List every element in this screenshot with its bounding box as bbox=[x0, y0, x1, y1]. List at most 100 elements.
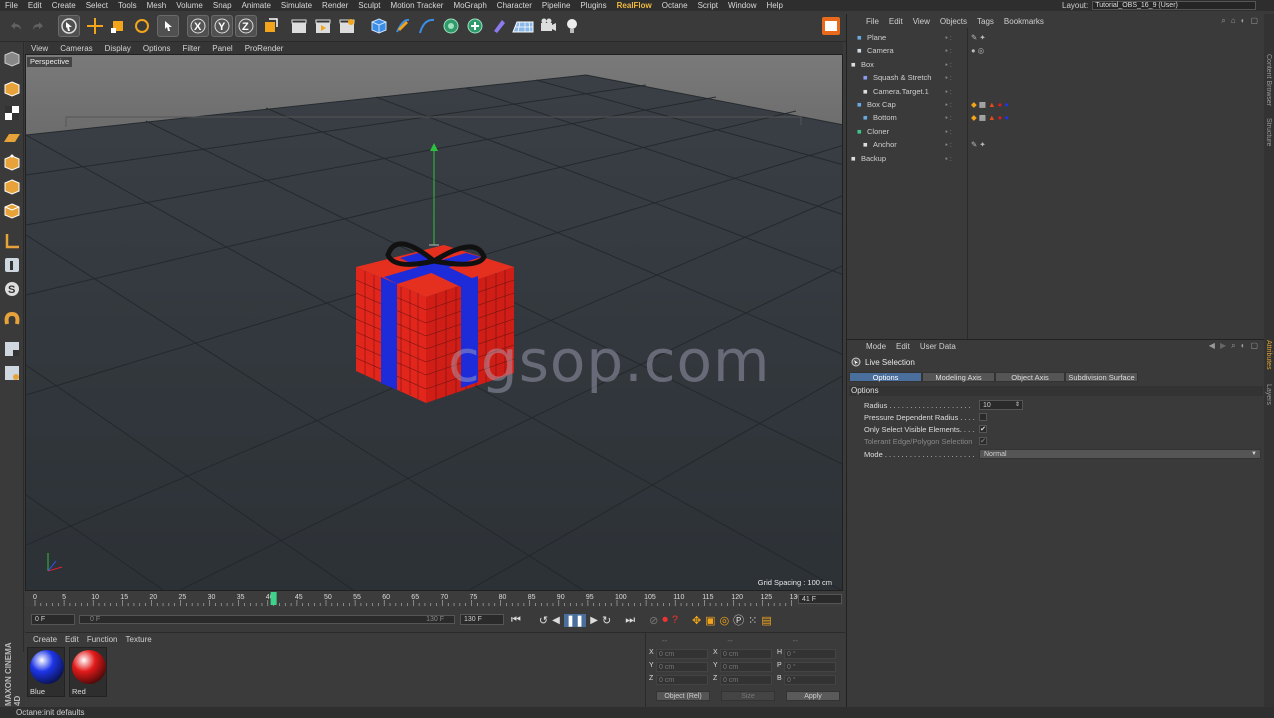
coord-size-dropdown[interactable]: Size bbox=[721, 691, 775, 701]
key-rotation-icon[interactable]: ◎ bbox=[720, 614, 730, 627]
visibility-toggle-icon[interactable]: ▪ : bbox=[945, 125, 952, 138]
pen-spline-button[interactable] bbox=[392, 15, 414, 37]
object-tags-icon[interactable]: ✎ ✦ bbox=[971, 31, 986, 44]
render-settings-button[interactable] bbox=[336, 15, 358, 37]
coord-value-field[interactable]: 0 cm bbox=[720, 675, 772, 685]
tab-modeling-axis[interactable]: Modeling Axis bbox=[922, 372, 995, 382]
menu-motion-tracker[interactable]: Motion Tracker bbox=[386, 1, 449, 10]
object-row[interactable]: ■ Plane ▪ : ✎ ✦ bbox=[847, 31, 1265, 44]
spinner-icon[interactable]: ⇕ bbox=[1015, 401, 1020, 410]
viewport[interactable]: Perspective cgsop.com Grid Spacing : 100… bbox=[25, 54, 843, 591]
menu-sculpt[interactable]: Sculpt bbox=[353, 1, 385, 10]
tolerant-selection-checkbox[interactable]: ✔ bbox=[979, 437, 987, 445]
layout-dropdown[interactable]: Tutorial_OBS_16_9 (User) bbox=[1092, 1, 1257, 10]
viewport-menu-cameras[interactable]: Cameras bbox=[54, 44, 98, 53]
material-blue[interactable]: Blue bbox=[27, 647, 65, 697]
key-parameter-icon[interactable]: Ⓟ bbox=[733, 612, 744, 628]
radius-field[interactable]: 10 ⇕ bbox=[979, 400, 1023, 410]
camera-button[interactable] bbox=[537, 15, 559, 37]
coord-value-field[interactable]: 0 cm bbox=[656, 662, 708, 672]
array-button[interactable] bbox=[440, 15, 462, 37]
visibility-toggle-icon[interactable]: ▪ : bbox=[945, 152, 952, 165]
material-red[interactable]: Red bbox=[69, 647, 107, 697]
filter-icon[interactable]: ◐ bbox=[1241, 16, 1246, 26]
points-mode-button[interactable] bbox=[1, 152, 23, 174]
object-name[interactable]: Plane bbox=[867, 31, 886, 44]
tab-layers[interactable]: Layers bbox=[1265, 384, 1272, 405]
object-name[interactable]: Camera bbox=[867, 44, 894, 57]
tab-attributes[interactable]: Attributes bbox=[1265, 340, 1272, 370]
om-menu-bookmarks[interactable]: Bookmarks bbox=[999, 17, 1049, 26]
attr-menu-edit[interactable]: Edit bbox=[891, 342, 915, 351]
object-row[interactable]: ■ Box ▪ : bbox=[847, 58, 1265, 71]
object-name[interactable]: Box Cap bbox=[867, 98, 896, 111]
object-name[interactable]: Camera.Target.1 bbox=[873, 85, 929, 98]
menu-realflow[interactable]: RealFlow bbox=[612, 1, 657, 10]
new-view-icon[interactable]: ▢ bbox=[1250, 16, 1258, 26]
x-axis-button[interactable]: X bbox=[187, 15, 209, 37]
forward-arrow-icon[interactable]: ▶ bbox=[1220, 341, 1226, 351]
object-tags-icon[interactable]: ● ◎ bbox=[971, 44, 984, 57]
om-menu-edit[interactable]: Edit bbox=[884, 17, 908, 26]
object-row[interactable]: ■ Camera ▪ : ● ◎ bbox=[847, 44, 1265, 57]
menu-render[interactable]: Render bbox=[317, 1, 353, 10]
layout-switch-button[interactable] bbox=[820, 15, 842, 37]
go-to-start-icon[interactable]: ⏮ bbox=[511, 614, 521, 627]
light-button[interactable] bbox=[561, 15, 583, 37]
subdivision-button[interactable] bbox=[416, 15, 438, 37]
material-menu-function[interactable]: Function bbox=[83, 635, 122, 644]
om-menu-tags[interactable]: Tags bbox=[972, 17, 999, 26]
object-tags-icon[interactable]: ✎ ✦ bbox=[971, 138, 986, 151]
object-name[interactable]: Cloner bbox=[867, 125, 889, 138]
object-row[interactable]: ■ Bottom ▪ : ◆ ▦ ▲ ● ● bbox=[847, 111, 1265, 124]
object-row[interactable]: ■ Backup ▪ : bbox=[847, 152, 1265, 165]
om-menu-view[interactable]: View bbox=[908, 17, 935, 26]
visibility-toggle-icon[interactable]: ▪ : bbox=[945, 71, 952, 84]
lock-icon[interactable]: ◐ bbox=[1241, 341, 1246, 351]
coord-value-field[interactable]: 0 cm bbox=[656, 675, 708, 685]
visibility-toggle-icon[interactable]: ▪ : bbox=[945, 31, 952, 44]
timeline-ruler[interactable]: 0 5 10 15 20 25 30 35 40 45 50 55 60 65 70 75 80 85 90 95 10… bbox=[25, 591, 845, 607]
coord-mode-dropdown[interactable]: Object (Rel) bbox=[656, 691, 710, 701]
viewport-menu-display[interactable]: Display bbox=[99, 44, 137, 53]
viewport-menu-panel[interactable]: Panel bbox=[206, 44, 238, 53]
key-pla-icon[interactable]: ⁙ bbox=[748, 614, 757, 627]
back-arrow-icon[interactable]: ◀ bbox=[1209, 341, 1215, 351]
coord-value-field[interactable]: 0 ° bbox=[784, 649, 836, 659]
current-frame-field[interactable]: 41 F bbox=[798, 594, 842, 604]
search-icon[interactable]: ⌕ bbox=[1231, 341, 1235, 351]
menu-help[interactable]: Help bbox=[761, 1, 787, 10]
material-menu-edit[interactable]: Edit bbox=[61, 635, 83, 644]
menu-snap[interactable]: Snap bbox=[208, 1, 237, 10]
menu-mograph[interactable]: MoGraph bbox=[448, 1, 491, 10]
menu-pipeline[interactable]: Pipeline bbox=[537, 1, 575, 10]
scale-button[interactable] bbox=[107, 15, 129, 37]
timeline-window-icon[interactable]: ▤ bbox=[761, 614, 771, 627]
model-mode-button[interactable] bbox=[1, 78, 23, 100]
lock-workplane-button[interactable] bbox=[1, 338, 23, 360]
new-view-icon[interactable]: ▢ bbox=[1250, 341, 1258, 351]
z-axis-button[interactable]: Z bbox=[235, 15, 257, 37]
record-disabled-icon[interactable]: ⊘ bbox=[649, 614, 658, 627]
planar-workplane-button[interactable] bbox=[1, 362, 23, 384]
object-name[interactable]: Bottom bbox=[873, 111, 897, 124]
om-menu-file[interactable]: File bbox=[861, 17, 884, 26]
apply-button[interactable]: Apply bbox=[786, 691, 840, 701]
material-tags-icon[interactable]: ◆ ▦ ▲ ● ● bbox=[971, 111, 1009, 124]
pressure-radius-checkbox[interactable] bbox=[979, 413, 987, 421]
coordinate-system-button[interactable] bbox=[260, 15, 282, 37]
attr-menu-user-data[interactable]: User Data bbox=[915, 342, 961, 351]
material-tags-icon[interactable]: ◆ ▦ ▲ ● ● bbox=[971, 98, 1009, 111]
go-to-end-icon[interactable]: ⏭ bbox=[625, 614, 635, 627]
solo-button[interactable] bbox=[1, 308, 23, 330]
viewport-menu-view[interactable]: View bbox=[25, 44, 54, 53]
visibility-toggle-icon[interactable]: ▪ : bbox=[945, 111, 952, 124]
object-name[interactable]: Backup bbox=[861, 152, 886, 165]
make-editable-button[interactable] bbox=[1, 48, 23, 70]
tweak-mode-button[interactable] bbox=[1, 254, 23, 276]
workplane-button[interactable] bbox=[1, 126, 23, 148]
render-picture-viewer-button[interactable] bbox=[312, 15, 334, 37]
menu-mesh[interactable]: Mesh bbox=[142, 1, 172, 10]
texture-mode-button[interactable] bbox=[1, 102, 23, 124]
render-view-button[interactable] bbox=[288, 15, 310, 37]
